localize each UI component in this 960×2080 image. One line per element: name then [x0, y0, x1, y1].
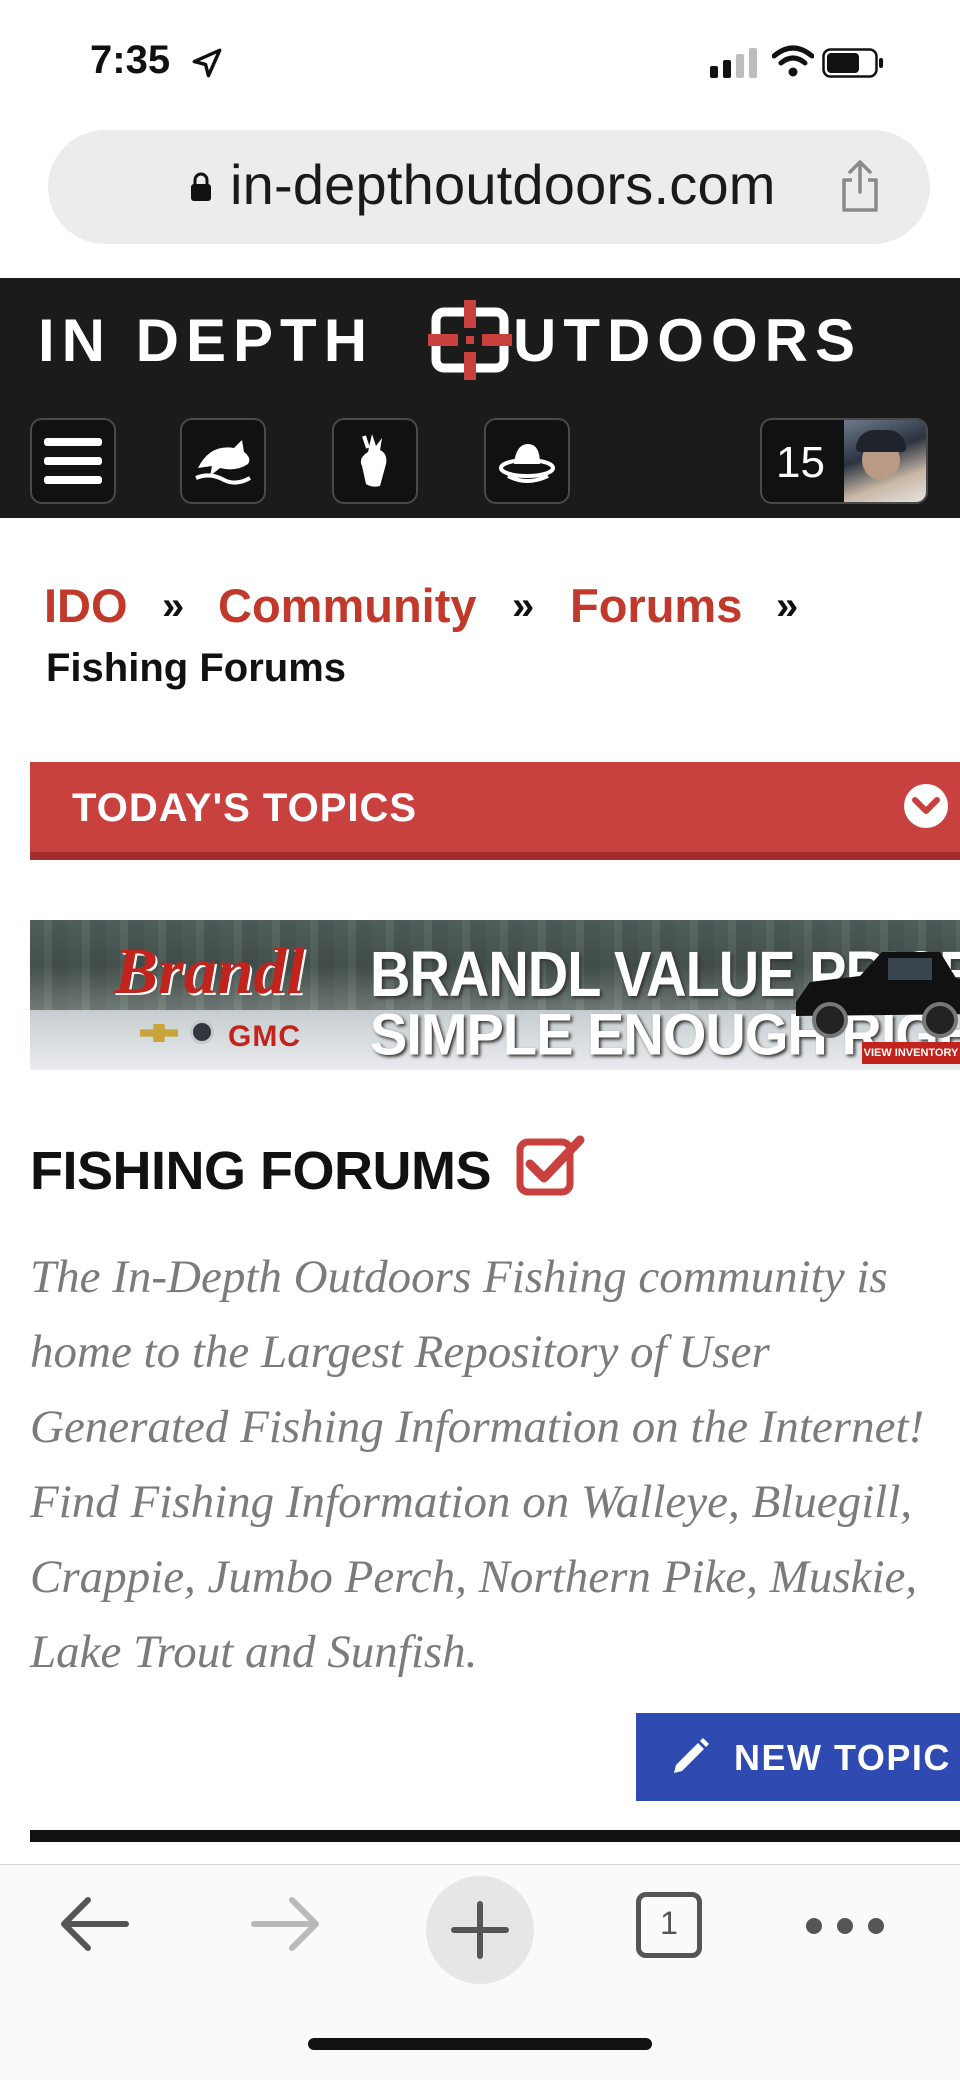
checkbox-checked-icon[interactable]: [516, 1134, 586, 1196]
wifi-icon: [772, 45, 814, 77]
logo-text-right[interactable]: UTDOORS: [513, 306, 862, 375]
new-topic-label: NEW TOPIC: [734, 1737, 951, 1778]
pencil-icon: [674, 1738, 709, 1773]
logo-text-left[interactable]: IN DEPTH: [38, 306, 374, 375]
expand-topics-button[interactable]: [904, 784, 948, 828]
section-divider: [30, 1830, 960, 1842]
breadcrumb-current: Fishing Forums: [46, 646, 346, 690]
share-icon[interactable]: [838, 158, 882, 214]
breadcrumb-separator: »: [162, 584, 185, 628]
hat-icon: [499, 444, 555, 483]
breadcrumb-forums[interactable]: Forums: [570, 578, 742, 633]
menu-button[interactable]: [30, 418, 116, 504]
notification-count: 15: [776, 438, 825, 487]
ad-banner[interactable]: Brandl GMC BRANDL VALUE PRICE, SIMPLE EN…: [30, 920, 960, 1070]
fish-icon: [195, 440, 251, 485]
back-arrow-icon[interactable]: [54, 1884, 134, 1964]
breadcrumb-ido[interactable]: IDO: [44, 578, 128, 633]
user-notification-button[interactable]: 15: [760, 418, 928, 504]
forward-arrow-icon[interactable]: [246, 1884, 326, 1964]
breadcrumb-separator: »: [776, 584, 799, 628]
tabs-button[interactable]: 1: [636, 1892, 702, 1958]
page-description: The In-Depth Outdoors Fishing community …: [30, 1251, 925, 1678]
menu-icon: [44, 438, 102, 484]
chevron-down-icon: [912, 797, 940, 814]
page-title: FISHING FORUMS: [30, 1141, 492, 1201]
deer-icon: [360, 434, 387, 487]
hunting-nav-button[interactable]: [332, 418, 418, 504]
buick-icon: [190, 1020, 214, 1044]
chevrolet-icon: [140, 1024, 178, 1042]
ad-gmc-logo: GMC: [228, 1020, 301, 1053]
url-text[interactable]: in-depthoutdoors.com: [230, 152, 776, 217]
breadcrumb-separator: »: [512, 584, 535, 628]
battery-icon: [822, 48, 883, 78]
ad-brand-logo: Brandl: [114, 935, 305, 1008]
todays-topics-label[interactable]: TODAY'S TOPICS: [72, 786, 417, 831]
crosshair-logo-icon[interactable]: [428, 298, 512, 382]
signal-icon: [710, 48, 762, 78]
tab-count: 1: [660, 1905, 678, 1941]
breadcrumb-community[interactable]: Community: [218, 578, 477, 633]
truck-icon: [796, 952, 960, 1038]
more-icon[interactable]: [800, 1906, 890, 1946]
home-indicator: [308, 2038, 652, 2050]
fishing-nav-button[interactable]: [180, 418, 266, 504]
status-time: 7:35: [90, 38, 171, 82]
plus-icon: [451, 1901, 509, 1959]
new-tab-button[interactable]: [426, 1876, 534, 1984]
new-topic-button[interactable]: NEW TOPIC: [636, 1713, 960, 1801]
topics-bar-underline: [30, 852, 960, 860]
avatar: [844, 420, 926, 502]
outdoors-nav-button[interactable]: [484, 418, 570, 504]
lock-icon: [191, 172, 211, 201]
ad-view-inventory[interactable]: VIEW INVENTORY: [862, 1042, 960, 1064]
location-arrow-icon: [192, 48, 222, 78]
